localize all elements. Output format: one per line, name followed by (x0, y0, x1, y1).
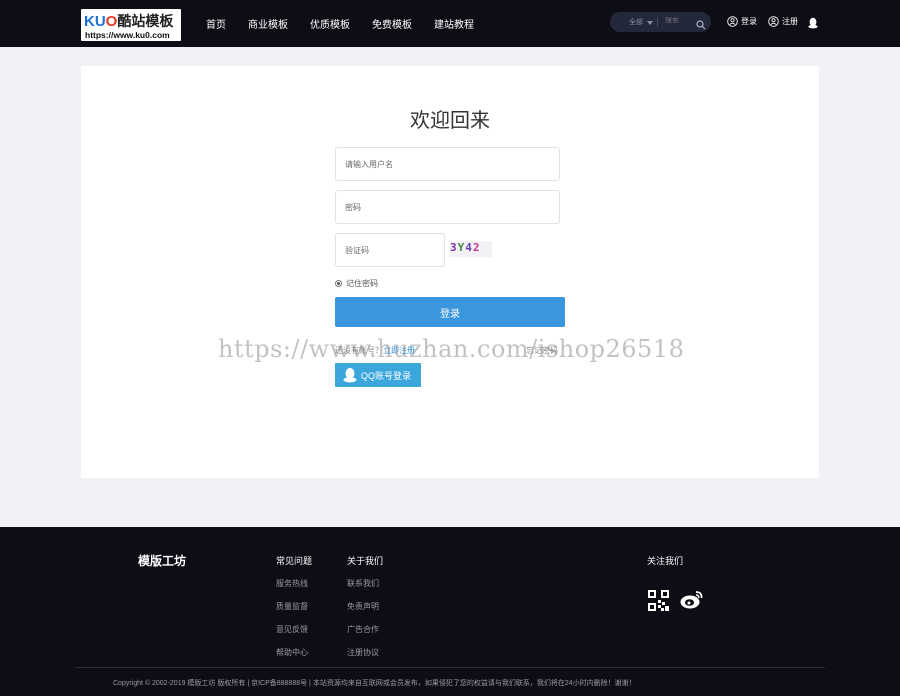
captcha-char: 2 (472, 241, 481, 254)
footer-divider (75, 667, 825, 668)
page-title: 欢迎回来 (410, 110, 490, 132)
login-card: 欢迎回来 3Y42 记住密码 登录 还没有账号？立即注册 忘记密码 QQ账号登录 (81, 66, 819, 478)
footer-link[interactable]: 免责声明 (347, 601, 383, 612)
nav-business-templates[interactable]: 商业模板 (248, 16, 288, 31)
footer-link[interactable]: 帮助中心 (276, 647, 312, 658)
qq-penguin-icon (343, 368, 357, 383)
captcha-char: 3 (450, 241, 458, 254)
footer-link[interactable]: 广告合作 (347, 624, 383, 635)
captcha-input[interactable] (335, 233, 445, 267)
footer-link[interactable]: 质量监督 (276, 601, 312, 612)
top-header: KUO酷站模板 https://www.ku0.com 首页 商业模板 优质模板… (0, 0, 900, 47)
qq-login-label: QQ账号登录 (361, 370, 412, 381)
login-button[interactable]: 登录 (335, 297, 565, 327)
header-login-label: 登录 (741, 17, 757, 26)
qq-login-button[interactable]: QQ账号登录 (335, 363, 421, 387)
chevron-down-icon[interactable] (647, 21, 653, 25)
footer-column-title: 常见问题 (276, 556, 313, 566)
username-input[interactable] (335, 147, 560, 181)
footer-link[interactable]: 注册协议 (347, 647, 383, 658)
password-input[interactable] (335, 190, 560, 224)
search-input[interactable] (665, 17, 695, 24)
search-icon[interactable] (696, 17, 706, 35)
captcha-char: 4 (465, 241, 473, 254)
logo-o: O (105, 13, 118, 30)
site-footer: 模版工坊 常见问题 服务热线 质量监督 意见反馈 帮助中心 关于我们 联系我们 … (0, 527, 900, 696)
footer-link[interactable]: 服务热线 (276, 578, 312, 589)
nav-home[interactable]: 首页 (206, 16, 226, 31)
footer-column-title: 关于我们 (347, 556, 384, 566)
remember-radio[interactable] (335, 280, 342, 287)
logo-latin: KU (84, 13, 106, 30)
search-box: 全部 (610, 12, 711, 32)
nav-premium-templates[interactable]: 优质模板 (310, 16, 350, 31)
weibo-icon[interactable] (680, 589, 704, 614)
header-register-link[interactable]: 注册 (768, 16, 798, 27)
follow-us-title: 关注我们 (647, 556, 684, 566)
nav-free-templates[interactable]: 免费模板 (372, 16, 412, 31)
footer-brand: 模版工坊 (138, 554, 187, 568)
search-category[interactable]: 全部 (629, 17, 643, 27)
footer-column-faq: 常见问题 服务热线 质量监督 意见反馈 帮助中心 (276, 554, 312, 670)
copyright-text: Copyright © 2002-2019 模版工坊 版权所有 | 京ICP备8… (113, 680, 636, 687)
qr-code-icon[interactable] (648, 590, 669, 616)
logo-cn: 酷站模板 (117, 13, 174, 29)
captcha-image[interactable]: 3Y42 (450, 241, 492, 257)
watermark: https://www.huzhan.com/ishop26518 (218, 335, 685, 363)
register-icon (768, 16, 779, 27)
remember-label: 记住密码 (346, 279, 378, 288)
footer-column-about: 关于我们 联系我们 免责声明 广告合作 注册协议 (347, 554, 383, 670)
nav-tutorials[interactable]: 建站教程 (434, 16, 474, 31)
qq-icon[interactable] (808, 16, 818, 34)
main-nav: 首页 商业模板 优质模板 免费模板 建站教程 (206, 16, 496, 31)
site-logo[interactable]: KUO酷站模板 https://www.ku0.com (81, 9, 181, 41)
logo-url: https://www.ku0.com (85, 30, 170, 40)
logo-text: KUO酷站模板 (84, 11, 173, 31)
footer-link[interactable]: 意见反馈 (276, 624, 312, 635)
header-login-link[interactable]: 登录 (727, 16, 757, 27)
footer-link[interactable]: 联系我们 (347, 578, 383, 589)
remember-password[interactable]: 记住密码 (335, 278, 378, 289)
search-divider (657, 17, 658, 27)
header-register-label: 注册 (782, 17, 798, 26)
user-icon (727, 16, 738, 27)
